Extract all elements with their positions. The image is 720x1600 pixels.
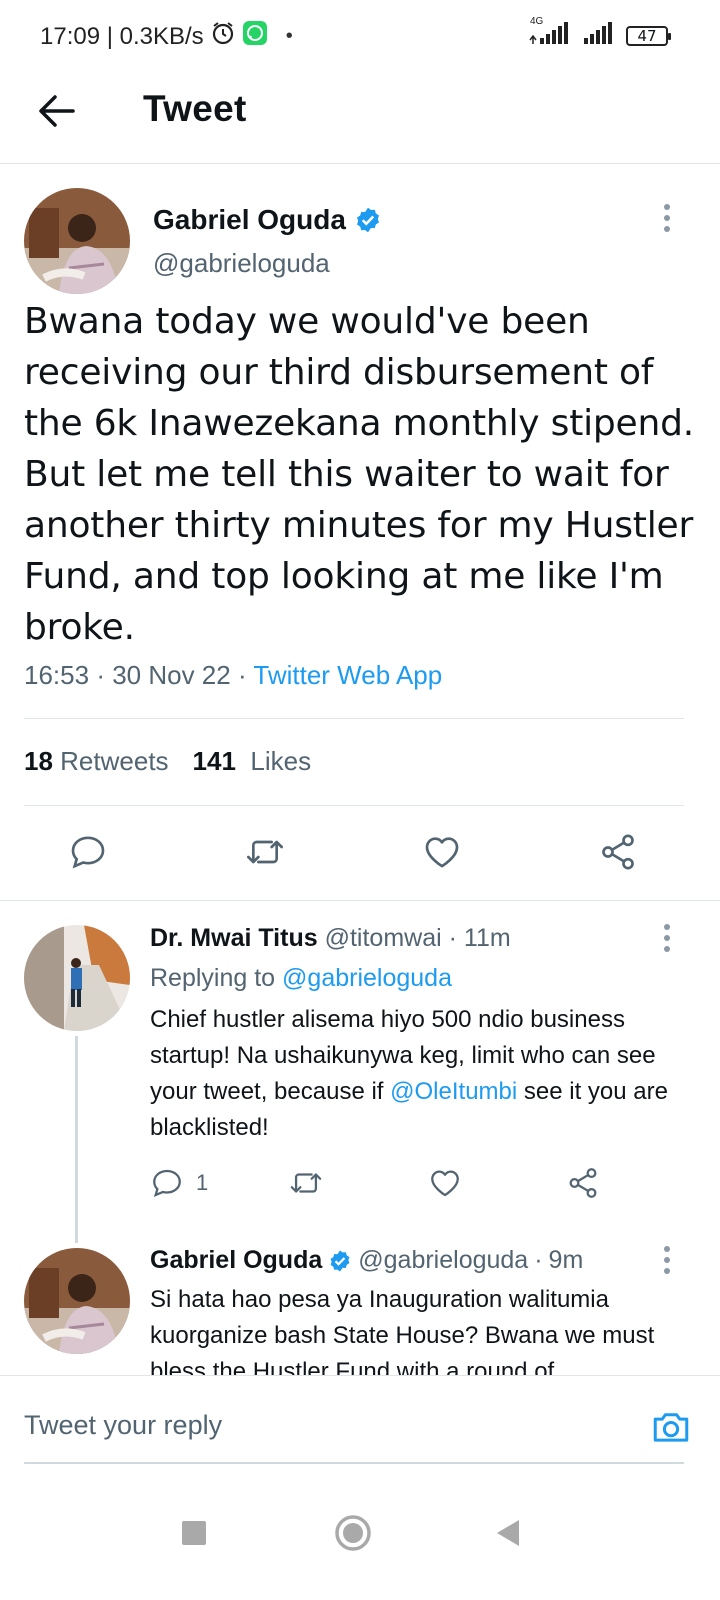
tweet-source-link[interactable]: Twitter Web App <box>253 660 442 690</box>
back-arrow-icon <box>39 95 75 127</box>
share-button[interactable] <box>566 1166 600 1200</box>
more-options-button[interactable] <box>652 918 682 958</box>
tweet-stats: 18 Retweets 141 Likes <box>24 746 311 777</box>
divider <box>24 805 684 806</box>
share-button[interactable] <box>598 832 638 872</box>
status-right: 4G 47 <box>528 16 671 51</box>
replying-prefix: Replying to <box>150 964 276 992</box>
reply-author-name[interactable]: Dr. Mwai Titus <box>150 924 318 952</box>
reply-header: Gabriel Oguda @gabrieloguda · 9m <box>150 1246 584 1275</box>
like-button[interactable] <box>428 1166 462 1200</box>
reply-text: Si hata hao pesa ya Inauguration walitum… <box>150 1286 655 1375</box>
verified-badge-icon <box>330 1250 350 1271</box>
system-nav-bar <box>0 1475 720 1600</box>
likes-stat[interactable]: 141 Likes <box>193 746 312 777</box>
tweet-meta: 16:53 · 30 Nov 22 · Twitter Web App <box>24 660 443 690</box>
retweet-icon <box>290 1173 322 1193</box>
nav-back-icon <box>497 1520 519 1546</box>
avatar[interactable] <box>24 925 130 1031</box>
more-options-button[interactable] <box>652 1240 682 1280</box>
tweet-actions <box>0 830 720 900</box>
tweet-date: 30 Nov 22 <box>112 660 231 690</box>
retweet-button[interactable] <box>288 1166 324 1200</box>
nav-recents-icon <box>182 1521 206 1545</box>
retweet-icon <box>247 840 283 864</box>
avatar[interactable] <box>24 188 130 294</box>
share-icon <box>602 834 634 870</box>
divider <box>24 718 684 719</box>
reply-button[interactable]: 1 <box>150 1166 208 1200</box>
retweets-label: Retweets <box>60 746 169 776</box>
reply-time: 9m <box>548 1246 584 1274</box>
like-button[interactable] <box>422 832 462 872</box>
reply-time: 11m <box>463 924 511 952</box>
mention-link[interactable]: @OleItumbi <box>390 1078 517 1105</box>
reply-button[interactable] <box>68 832 108 872</box>
app-bar: Tweet <box>0 70 720 164</box>
compose-bar: Tweet your reply <box>0 1375 720 1475</box>
likes-count: 141 <box>192 746 236 776</box>
reply-text: Chief hustler alisema hiyo 500 ndio busi… <box>150 1002 690 1146</box>
more-options-button[interactable] <box>652 198 682 238</box>
retweet-button[interactable] <box>244 832 286 872</box>
author-name[interactable]: Gabriel Oguda <box>153 204 382 236</box>
reply-icon <box>153 1169 181 1198</box>
nav-recents-button[interactable] <box>164 1503 224 1563</box>
author-name-text: Gabriel Oguda <box>153 204 346 235</box>
nav-home-button[interactable] <box>323 1503 383 1563</box>
divider <box>24 1462 684 1464</box>
avatar[interactable] <box>24 1248 130 1354</box>
thread-line <box>75 1036 78 1243</box>
alarm-icon <box>210 20 236 53</box>
like-icon <box>431 1170 459 1197</box>
status-bar: 17:09 | 0.3KB/s • 4G 47 <box>0 0 720 70</box>
reply-author-handle[interactable]: @gabrieloguda <box>358 1246 528 1275</box>
reply-input[interactable]: Tweet your reply <box>24 1410 222 1441</box>
likes-label: Likes <box>250 746 312 776</box>
reply-header: Dr. Mwai Titus @titomwai · 11m <box>150 924 511 952</box>
status-time-speed: 17:09 | 0.3KB/s <box>40 22 204 50</box>
whatsapp-icon <box>242 20 268 53</box>
replying-to: Replying to @gabrieloguda <box>150 964 452 993</box>
notification-dot-icon: • <box>285 25 293 47</box>
camera-icon <box>653 1413 689 1442</box>
battery-icon: 47 <box>626 25 671 46</box>
network-label: 4G <box>530 16 544 27</box>
divider <box>0 900 720 901</box>
nav-back-button[interactable] <box>478 1503 538 1563</box>
signal-icon-2 <box>582 20 616 51</box>
camera-button[interactable] <box>650 1406 692 1448</box>
retweets-count: 18 <box>24 746 53 776</box>
signal-icon: 4G <box>528 16 572 51</box>
share-icon <box>569 1168 597 1198</box>
reply-item: Gabriel Oguda @gabrieloguda · 9m Si hata… <box>0 1240 720 1375</box>
page-title: Tweet <box>143 88 247 129</box>
tweet-time: 16:53 <box>24 660 90 690</box>
reply-author-handle[interactable]: @titomwai <box>325 924 442 952</box>
author-handle[interactable]: @gabrieloguda <box>153 248 330 279</box>
like-icon <box>425 837 459 868</box>
status-left: 17:09 | 0.3KB/s • <box>40 20 293 53</box>
back-button[interactable] <box>32 86 82 136</box>
retweets-stat[interactable]: 18 Retweets <box>24 746 169 777</box>
reply-icon <box>71 836 105 869</box>
tweet-text: Bwana today we would've been receiving o… <box>24 301 695 648</box>
nav-home-icon <box>335 1515 371 1551</box>
reply-author-name[interactable]: Gabriel Oguda <box>150 1246 322 1275</box>
replying-to-link[interactable]: @gabrieloguda <box>282 964 452 992</box>
reply-count: 1 <box>196 1170 209 1195</box>
verified-badge-icon <box>356 207 379 233</box>
